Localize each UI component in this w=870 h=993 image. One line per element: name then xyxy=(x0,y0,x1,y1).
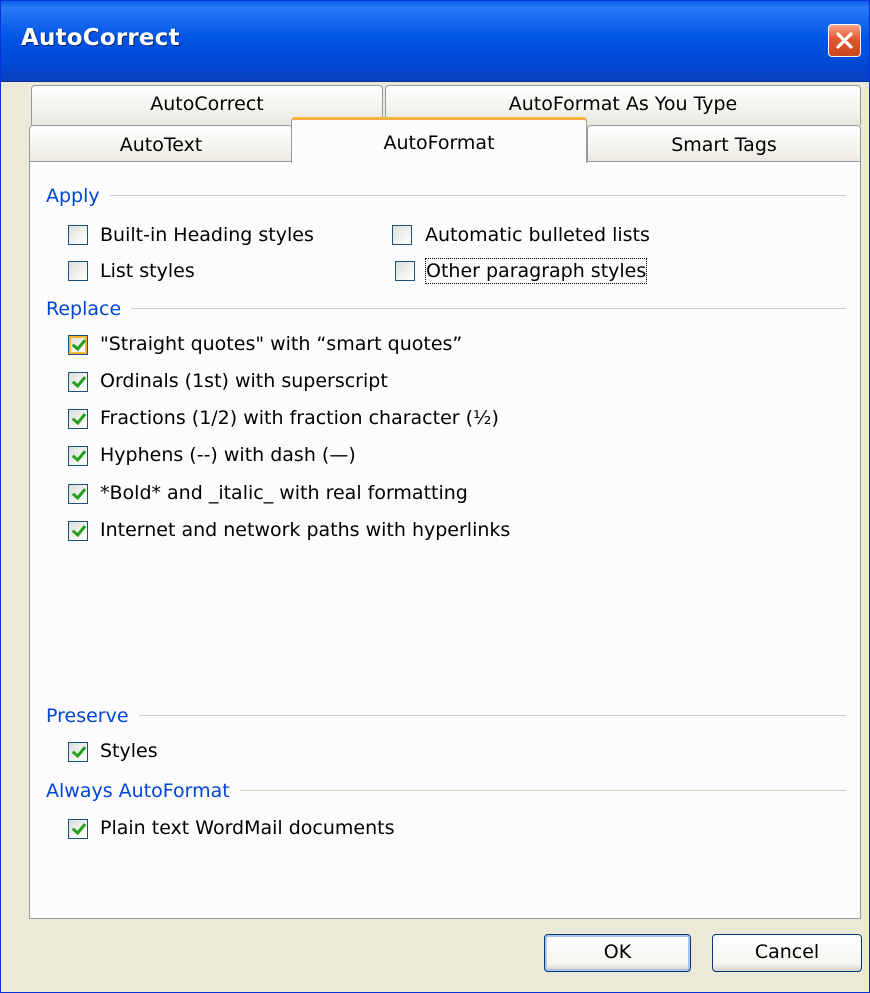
checkbox-automatic-bulleted-lists[interactable] xyxy=(392,225,412,245)
checkbox-smart-quotes[interactable] xyxy=(68,335,88,355)
checkbox-hyphens[interactable] xyxy=(68,446,88,466)
checkbox-styles[interactable] xyxy=(68,742,88,762)
preserve-divider xyxy=(46,715,846,716)
replace-divider xyxy=(46,308,846,309)
checkbox-hyperlinks[interactable] xyxy=(68,521,88,541)
label-automatic-bulleted-lists[interactable]: Automatic bulleted lists xyxy=(425,223,650,247)
section-title-apply: Apply xyxy=(46,185,110,207)
label-fractions[interactable]: Fractions (1/2) with fraction character … xyxy=(100,406,499,430)
tab-autoformat[interactable]: AutoFormat xyxy=(291,117,587,163)
checkbox-fractions[interactable] xyxy=(68,409,88,429)
tab-smart-tags[interactable]: Smart Tags xyxy=(587,125,861,163)
checkbox-other-paragraph-styles[interactable] xyxy=(395,261,415,281)
label-styles[interactable]: Styles xyxy=(100,739,158,763)
autoformat-panel: Apply Built-in Heading styles Automatic … xyxy=(29,161,861,919)
label-ordinals[interactable]: Ordinals (1st) with superscript xyxy=(100,369,388,393)
section-title-preserve: Preserve xyxy=(46,705,139,727)
label-built-in-heading-styles[interactable]: Built-in Heading styles xyxy=(100,223,314,247)
section-title-always-autoformat: Always AutoFormat xyxy=(46,780,240,802)
autocorrect-dialog: AutoCorrect AutoCorrect AutoFormat As Yo… xyxy=(0,0,870,993)
label-bold-italic[interactable]: *Bold* and _italic_ with real formatting xyxy=(100,481,468,505)
checkbox-built-in-heading-styles[interactable] xyxy=(68,225,88,245)
checkbox-list-styles[interactable] xyxy=(68,261,88,281)
label-hyphens[interactable]: Hyphens (--) with dash (—) xyxy=(100,443,356,467)
checkbox-ordinals[interactable] xyxy=(68,372,88,392)
label-other-paragraph-styles[interactable]: Other paragraph styles xyxy=(424,258,648,284)
section-title-replace: Replace xyxy=(46,298,132,320)
window-title: AutoCorrect xyxy=(21,25,180,51)
tab-autotext[interactable]: AutoText xyxy=(29,125,293,163)
checkbox-bold-italic[interactable] xyxy=(68,484,88,504)
cancel-button[interactable]: Cancel xyxy=(712,934,862,972)
close-button[interactable] xyxy=(828,24,861,57)
label-plain-text-wordmail[interactable]: Plain text WordMail documents xyxy=(100,816,395,840)
close-icon xyxy=(836,32,853,49)
checkbox-plain-text-wordmail[interactable] xyxy=(68,819,88,839)
label-list-styles[interactable]: List styles xyxy=(100,259,195,283)
label-smart-quotes[interactable]: "Straight quotes" with “smart quotes” xyxy=(100,332,462,356)
title-bar[interactable]: AutoCorrect xyxy=(1,1,869,82)
ok-button[interactable]: OK xyxy=(544,934,691,972)
apply-divider xyxy=(46,195,846,196)
label-hyperlinks[interactable]: Internet and network paths with hyperlin… xyxy=(100,518,510,542)
